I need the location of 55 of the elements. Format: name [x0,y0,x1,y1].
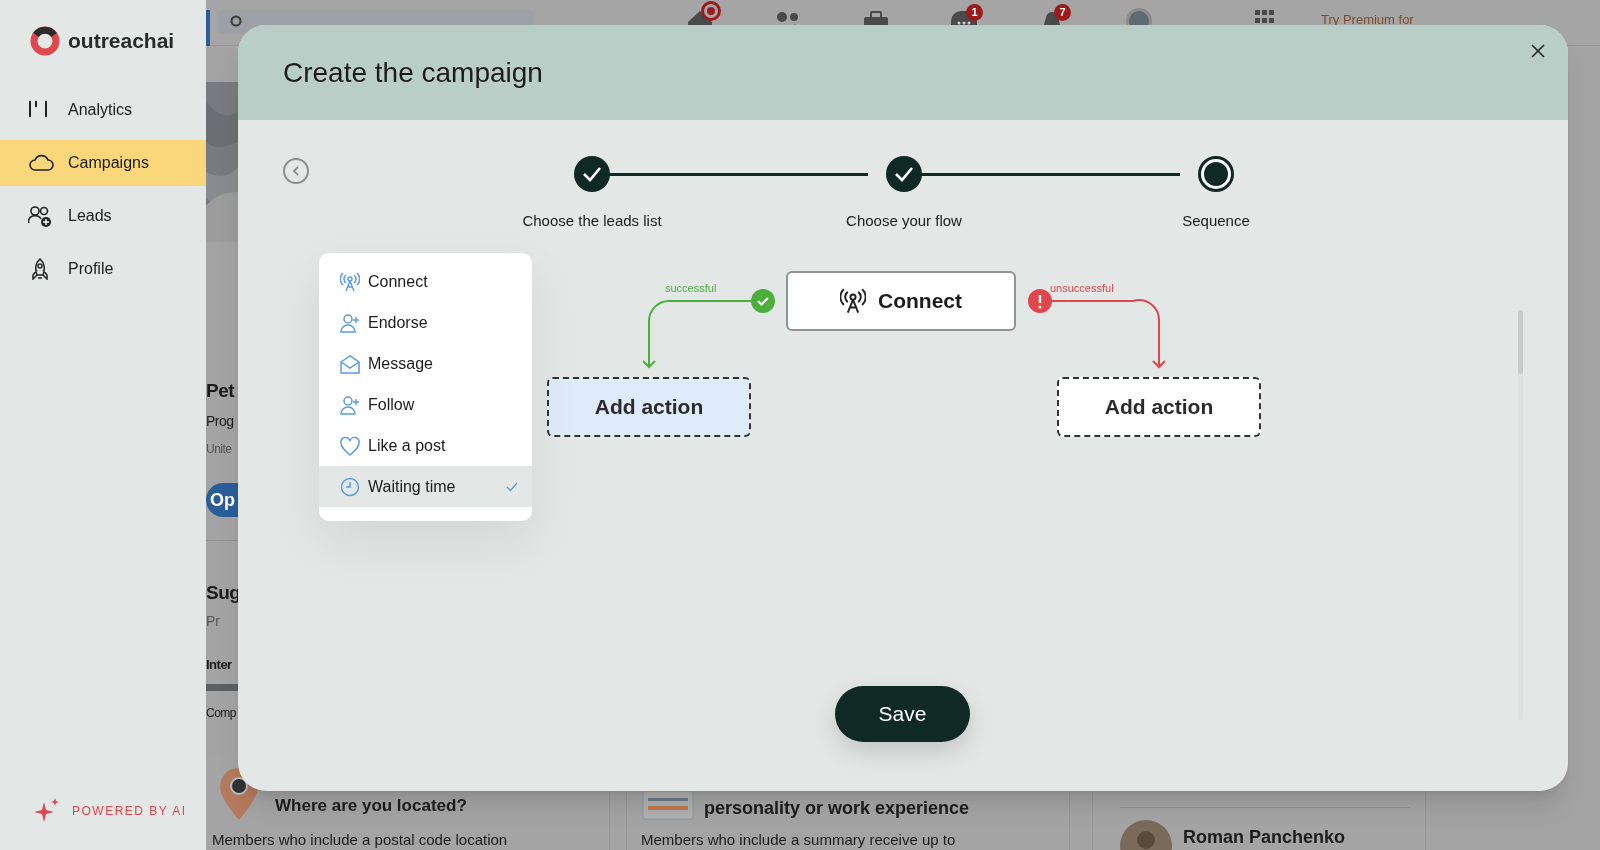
add-action-node[interactable]: Add action [1057,377,1261,437]
users-plus-icon [28,204,54,227]
search-icon [230,15,244,29]
error-icon [1028,289,1052,313]
branch-label: successful [665,281,717,296]
connect-node[interactable]: Connect [786,271,1016,331]
scrollbar-thumb[interactable] [1518,310,1523,374]
nav-item[interactable]: Leads [0,192,206,239]
open-button[interactable]: Op [206,483,238,517]
profile-text: Pet [206,379,235,403]
powered-by-label: POWERED BY AI [72,803,187,820]
step-label: Choose your flow [845,211,963,231]
profile-text: Unite [206,441,232,458]
clock-icon [340,476,360,497]
card-text: Members who include a summary receive up to [641,830,956,850]
profile-text: Prog [206,412,234,431]
brand-name: outreachai [68,28,175,54]
nav-item[interactable]: Campaigns [0,139,206,186]
chevron-left-icon [292,166,300,176]
tab-indicator [206,10,210,46]
check-icon [506,481,518,492]
suggestion-text: Pr [206,612,220,631]
envelope-icon [340,353,360,374]
suggestion-text: Comp [206,705,236,722]
menu-item[interactable]: Like a post [319,425,532,466]
modal-title: Create the campaign [283,55,543,90]
save-button[interactable]: Save [835,686,970,742]
branch-label: unsuccessful [1050,281,1114,296]
nav-item[interactable]: Profile [0,245,206,292]
card-text: Members who include a postal code location [212,830,508,850]
close-icon [1531,44,1545,58]
avatar [1120,820,1172,850]
person-name: Roman Panchenko [1183,826,1346,849]
add-action-node[interactable]: Add action [547,377,751,437]
user-plus-icon [340,312,360,333]
back-button[interactable] [283,158,309,184]
apps-grid-icon [1255,10,1275,24]
nav-item[interactable]: Analytics [0,86,206,133]
menu-item[interactable]: Endorse [319,302,532,343]
success-check-icon [751,289,775,313]
card-title: personality or work experience [704,797,970,820]
user-plus-icon [340,394,360,415]
antenna-icon [340,271,360,292]
logo-icon [30,25,60,56]
suggestion-text: Inter [206,656,232,674]
step-label: Choose the leads list [521,211,663,231]
menu-item[interactable]: Message [319,343,532,384]
antenna-icon [840,288,866,314]
card-title: Where are you located? [275,795,467,817]
menu-item[interactable]: Connect [319,261,532,302]
menu-item[interactable]: Waiting time [319,466,532,507]
menu-item[interactable]: Follow [319,384,532,425]
heart-icon [340,435,360,456]
step-label: Sequence [1181,211,1251,231]
document-icon [642,790,694,820]
